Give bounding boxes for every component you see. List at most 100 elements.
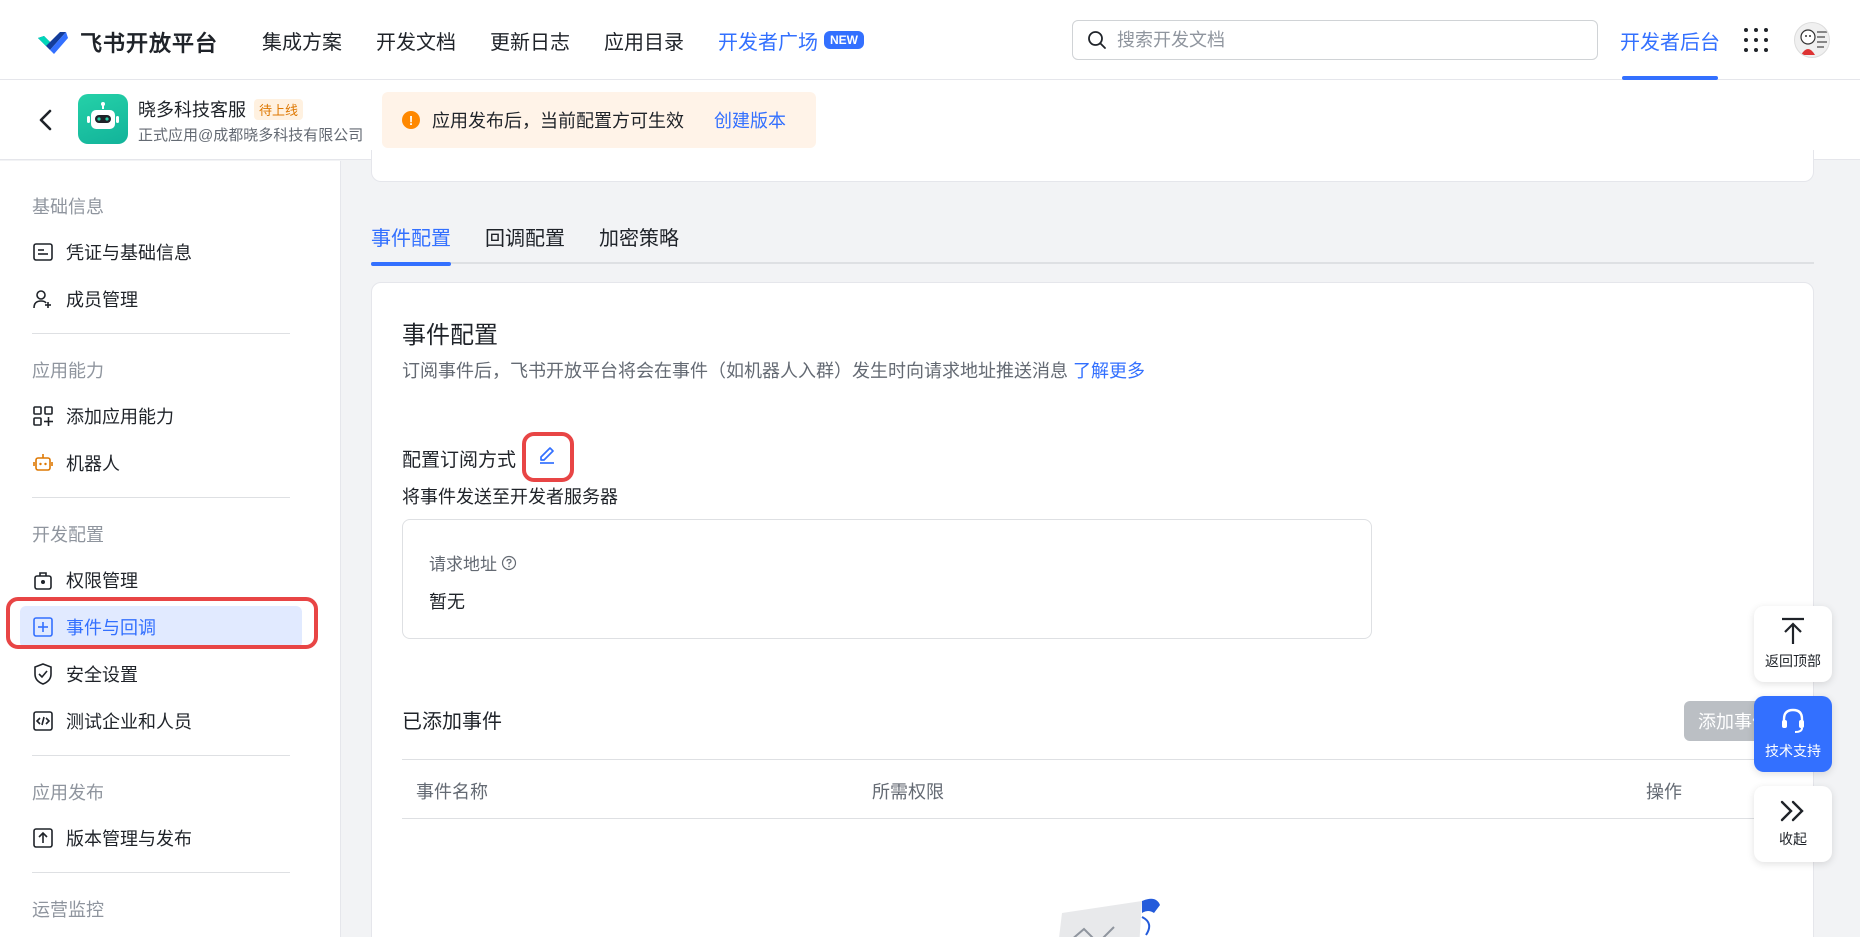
robot-avatar-icon xyxy=(87,102,119,129)
id-card-icon xyxy=(32,241,54,263)
create-version-link[interactable]: 创建版本 xyxy=(714,107,786,133)
sidebar-item-label: 事件与回调 xyxy=(66,618,156,638)
sidebar-item-label: 测试企业和人员 xyxy=(66,712,192,732)
search-icon xyxy=(1088,31,1106,49)
sidebar-item-label: 权限管理 xyxy=(66,571,138,591)
user-add-icon xyxy=(32,288,54,310)
tab-encryption-policy[interactable]: 加密策略 xyxy=(599,214,679,264)
sidebar-item-label: 凭证与基础信息 xyxy=(66,243,192,263)
section-title: 事件配置 xyxy=(402,322,498,349)
nav-app-directory[interactable]: 应用目录 xyxy=(604,26,684,55)
double-chevron-right-icon xyxy=(1780,800,1804,822)
sidebar-group-dev-config: 开发配置 xyxy=(32,525,104,545)
search-box[interactable] xyxy=(1072,20,1598,60)
sidebar-item-versions[interactable]: 版本管理与发布 xyxy=(20,817,302,859)
app-status-badge: 待上线 xyxy=(254,98,304,120)
logo[interactable]: 飞书开放平台 xyxy=(36,26,218,58)
sidebar-item-label: 安全设置 xyxy=(66,665,138,685)
sidebar-item-label: 成员管理 xyxy=(66,290,138,310)
app-icon xyxy=(78,94,128,144)
tech-support-button[interactable]: 技术支持 xyxy=(1754,696,1832,772)
app-name: 晓多科技客服 xyxy=(138,100,246,120)
sidebar-item-credentials[interactable]: 凭证与基础信息 xyxy=(20,231,302,273)
logo-text: 飞书开放平台 xyxy=(80,31,219,56)
request-url-box: 请求地址 暂无 xyxy=(402,519,1372,639)
request-url-label: 请求地址 xyxy=(429,555,497,574)
sidebar-divider xyxy=(32,872,290,873)
help-icon[interactable] xyxy=(501,555,517,571)
empty-state-illustration xyxy=(1059,898,1160,937)
warning-icon: ! xyxy=(402,111,420,129)
upload-box-icon xyxy=(32,827,54,849)
collapse-label: 收起 xyxy=(1779,831,1807,847)
app-name-row: 晓多科技客服 待上线 xyxy=(138,96,304,122)
config-tabs: 事件配置 回调配置 加密策略 xyxy=(371,214,1814,266)
nav-docs[interactable]: 开发文档 xyxy=(376,26,456,55)
apps-add-icon xyxy=(32,405,54,427)
basic-card-edge xyxy=(371,150,1814,182)
sidebar-item-label: 添加应用能力 xyxy=(66,407,174,427)
edit-subscribe-button[interactable] xyxy=(532,439,562,469)
description-text: 订阅事件后，飞书开放平台将会在事件（如机器人入群）发生时向请求地址推送消息 xyxy=(402,361,1068,381)
nav-changelog[interactable]: 更新日志 xyxy=(490,26,570,55)
sidebar-item-permissions[interactable]: 权限管理 xyxy=(20,559,302,601)
publish-notice: ! 应用发布后，当前配置方可生效 创建版本 xyxy=(382,92,816,148)
events-table-header: 事件名称 所需权限 操作 xyxy=(402,759,1802,819)
top-navigation: 飞书开放平台 集成方案 开发文档 更新日志 应用目录 开发者广场 NEW 开发者… xyxy=(0,0,1860,80)
sidebar-group-capabilities: 应用能力 xyxy=(32,361,104,381)
sidebar-divider xyxy=(32,333,290,334)
sidebar-group-release: 应用发布 xyxy=(32,783,104,803)
sidebar: 基础信息 凭证与基础信息 成员管理 应用能力 添加应用能力 机器人 开发配置 权… xyxy=(0,161,341,937)
developer-console-link[interactable]: 开发者后台 xyxy=(1620,0,1720,80)
event-config-card: 事件配置 订阅事件后，飞书开放平台将会在事件（如机器人入群）发生时向请求地址推送… xyxy=(371,282,1814,937)
nav-dev-square-label: 开发者广场 xyxy=(718,31,818,54)
user-avatar[interactable] xyxy=(1794,22,1830,58)
learn-more-link[interactable]: 了解更多 xyxy=(1073,361,1145,381)
sidebar-item-label: 机器人 xyxy=(66,454,120,474)
avatar-image-icon xyxy=(1800,29,1827,55)
sidebar-item-members[interactable]: 成员管理 xyxy=(20,278,302,320)
sidebar-item-add-capability[interactable]: 添加应用能力 xyxy=(20,395,302,437)
apps-grid-icon[interactable] xyxy=(1744,28,1768,52)
code-box-icon xyxy=(32,710,54,732)
sidebar-group-monitoring: 运营监控 xyxy=(32,900,104,920)
nav-dev-square[interactable]: 开发者广场 NEW xyxy=(718,26,864,55)
feishu-logo-icon xyxy=(38,32,68,54)
main-nav: 集成方案 开发文档 更新日志 应用目录 开发者广场 NEW xyxy=(262,0,864,80)
sidebar-divider xyxy=(32,755,290,756)
column-required-permission: 所需权限 xyxy=(872,782,944,802)
notice-text: 应用发布后，当前配置方可生效 xyxy=(432,111,684,131)
sidebar-item-robot[interactable]: 机器人 xyxy=(20,442,302,484)
sidebar-item-label: 版本管理与发布 xyxy=(66,829,192,849)
collapse-button[interactable]: 收起 xyxy=(1754,786,1832,862)
nav-solutions[interactable]: 集成方案 xyxy=(262,26,342,55)
column-event-name: 事件名称 xyxy=(416,782,488,802)
arrow-up-icon xyxy=(1782,617,1804,644)
back-button[interactable] xyxy=(32,106,60,134)
added-events-title: 已添加事件 xyxy=(402,711,502,733)
chevron-left-icon xyxy=(39,109,52,131)
column-actions: 操作 xyxy=(1646,782,1682,802)
new-badge: NEW xyxy=(824,31,864,49)
app-header: 晓多科技客服 待上线 正式应用@成都晓多科技有限公司 ! 应用发布后，当前配置方… xyxy=(0,80,1860,160)
edit-pencil-icon xyxy=(540,447,554,464)
headset-icon xyxy=(1782,708,1804,733)
tab-event-config[interactable]: 事件配置 xyxy=(371,214,451,266)
search-input[interactable] xyxy=(1117,29,1577,51)
request-url-label-row: 请求地址 xyxy=(429,550,517,575)
sidebar-item-test-org[interactable]: 测试企业和人员 xyxy=(20,700,302,742)
tab-callback-config[interactable]: 回调配置 xyxy=(485,214,565,264)
subscribe-method-label: 配置订阅方式 xyxy=(402,450,517,471)
shield-icon xyxy=(32,663,54,685)
sidebar-group-basic: 基础信息 xyxy=(32,197,104,217)
tech-support-label: 技术支持 xyxy=(1765,743,1821,759)
event-callback-icon xyxy=(32,616,54,638)
sidebar-item-events[interactable]: 事件与回调 xyxy=(20,606,302,648)
sidebar-divider xyxy=(32,497,290,498)
sidebar-item-security[interactable]: 安全设置 xyxy=(20,653,302,695)
section-description: 订阅事件后，飞书开放平台将会在事件（如机器人入群）发生时向请求地址推送消息 了解… xyxy=(402,357,1145,383)
lock-bag-icon xyxy=(32,569,54,591)
app-organization: 正式应用@成都晓多科技有限公司 xyxy=(138,127,364,144)
robot-icon xyxy=(32,452,54,474)
back-to-top-button[interactable]: 返回顶部 xyxy=(1754,606,1832,682)
